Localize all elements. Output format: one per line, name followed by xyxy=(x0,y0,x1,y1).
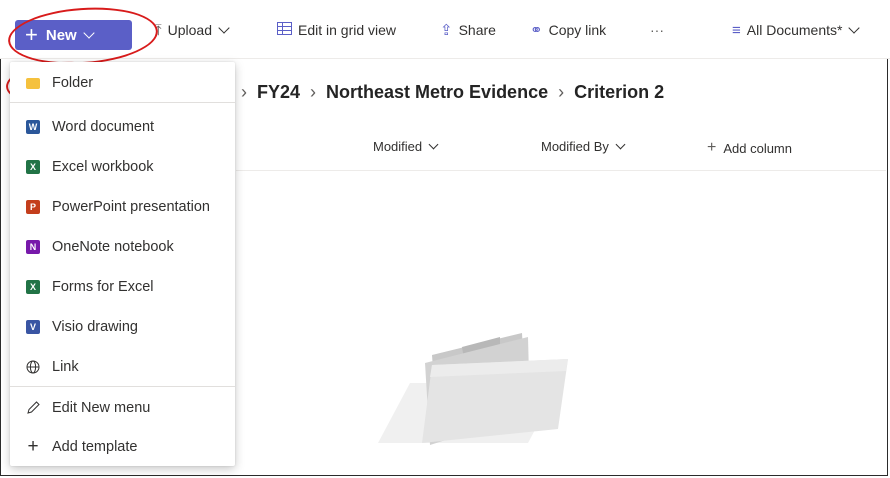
folder-icon xyxy=(26,77,40,89)
view-label: All Documents* xyxy=(746,22,843,38)
menu-divider xyxy=(10,386,235,387)
menu-item-add-template[interactable]: + Add template xyxy=(10,430,235,464)
share-icon: ⇪ xyxy=(440,22,453,39)
menu-item-visio[interactable]: V Visio drawing xyxy=(10,310,235,344)
breadcrumb-separator: › xyxy=(558,82,565,102)
menu-item-onenote[interactable]: N OneNote notebook xyxy=(10,230,235,264)
word-icon: W xyxy=(26,120,40,134)
menu-item-label: Add template xyxy=(52,439,138,455)
plus-icon: + xyxy=(707,139,717,156)
more-button[interactable]: ··· xyxy=(650,18,664,42)
menu-item-link[interactable]: Link xyxy=(10,350,235,384)
column-header-label: Modified By xyxy=(541,139,609,154)
chevron-down-icon xyxy=(848,22,861,34)
powerpoint-icon: P xyxy=(26,200,40,214)
column-header-label: Modified xyxy=(373,139,423,154)
breadcrumb: › FY24 › Northeast Metro Evidence › Crit… xyxy=(241,82,664,103)
chevron-down-icon xyxy=(218,22,230,34)
menu-item-excel[interactable]: X Excel workbook xyxy=(10,150,235,184)
menu-item-label: Excel workbook xyxy=(52,159,154,175)
header-divider xyxy=(236,170,886,171)
new-menu: Folder W Word document X Excel workbook … xyxy=(10,62,235,466)
visio-icon: V xyxy=(26,320,40,334)
add-column-button[interactable]: + Add column xyxy=(707,139,792,157)
breadcrumb-item[interactable]: Criterion 2 xyxy=(574,82,664,103)
share-button[interactable]: ⇪ Share xyxy=(440,18,496,42)
pencil-icon xyxy=(26,401,40,415)
menu-item-label: Word document xyxy=(52,119,155,135)
menu-item-folder[interactable]: Folder xyxy=(10,66,235,100)
copy-link-button[interactable]: ⚭ Copy link xyxy=(530,18,606,42)
menu-item-label: Folder xyxy=(52,75,94,91)
menu-item-label: OneNote notebook xyxy=(52,239,174,255)
menu-item-label: Visio drawing xyxy=(52,319,138,335)
add-column-label: Add column xyxy=(723,140,792,156)
menu-item-edit-new-menu[interactable]: Edit New menu xyxy=(10,391,235,425)
edit-grid-button[interactable]: Edit in grid view xyxy=(277,18,396,42)
grid-icon xyxy=(277,21,292,39)
menu-item-label: Forms for Excel xyxy=(52,279,154,295)
edit-grid-label: Edit in grid view xyxy=(298,22,397,38)
empty-folder-illustration xyxy=(378,333,568,445)
more-icon: ··· xyxy=(650,22,664,38)
menu-divider xyxy=(10,102,235,103)
chevron-down-icon xyxy=(428,139,439,150)
column-header-modified-by[interactable]: Modified By xyxy=(541,139,626,154)
menu-item-forms[interactable]: X Forms for Excel xyxy=(10,270,235,304)
forms-icon: X xyxy=(26,280,40,294)
plus-icon: + xyxy=(27,436,39,457)
upload-label: Upload xyxy=(167,22,213,38)
onenote-icon: N xyxy=(26,240,40,254)
excel-icon: X xyxy=(26,160,40,174)
menu-item-label: Edit New menu xyxy=(52,400,151,416)
chevron-down-icon xyxy=(615,139,626,150)
share-label: Share xyxy=(458,22,496,38)
upload-button[interactable]: ⤒ Upload xyxy=(155,18,230,42)
view-lines-icon: ≡ xyxy=(732,21,741,39)
breadcrumb-separator: › xyxy=(241,82,247,102)
copy-link-label: Copy link xyxy=(548,22,607,38)
menu-item-label: PowerPoint presentation xyxy=(52,199,210,215)
view-switcher[interactable]: ≡ All Documents* xyxy=(732,18,861,42)
menu-item-word[interactable]: W Word document xyxy=(10,110,235,144)
breadcrumb-item[interactable]: Northeast Metro Evidence xyxy=(326,82,548,103)
link-icon: ⚭ xyxy=(530,22,543,39)
menu-item-powerpoint[interactable]: P PowerPoint presentation xyxy=(10,190,235,224)
breadcrumb-item[interactable]: FY24 xyxy=(257,82,300,103)
globe-icon xyxy=(26,360,40,374)
menu-item-label: Link xyxy=(52,359,79,375)
column-header-modified[interactable]: Modified xyxy=(373,139,439,154)
breadcrumb-separator: › xyxy=(310,82,317,102)
